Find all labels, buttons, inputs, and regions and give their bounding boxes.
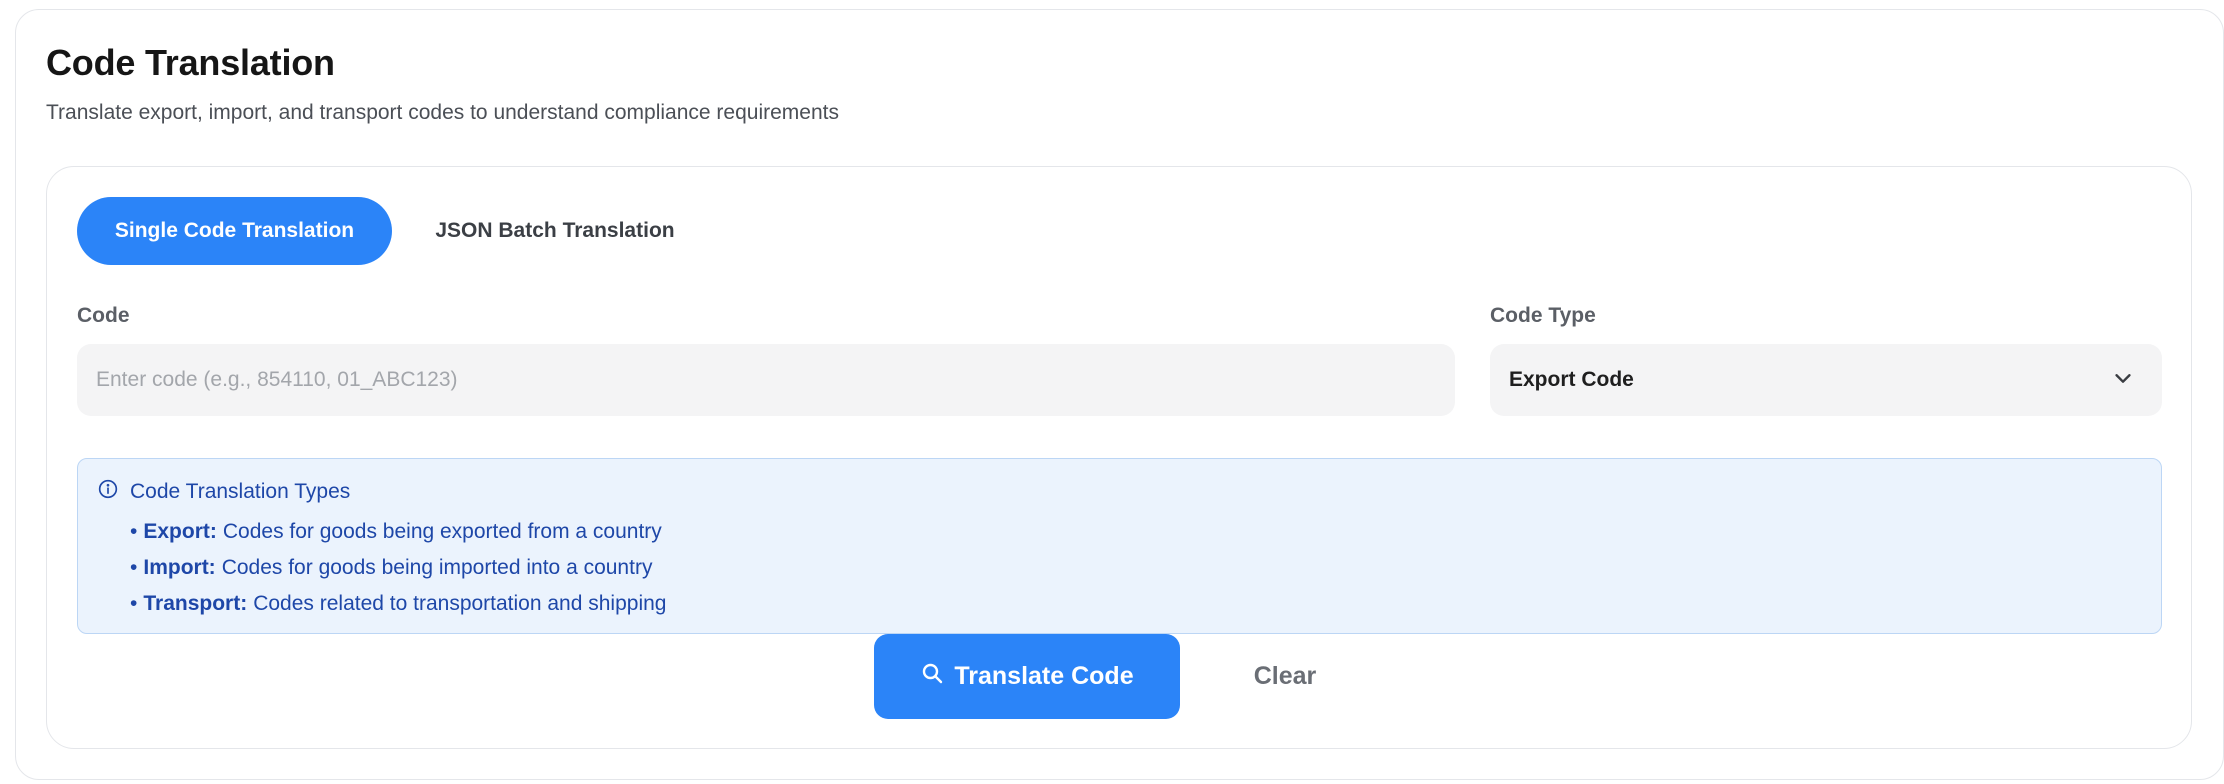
page-subtitle: Translate export, import, and transport … (46, 101, 839, 124)
code-label: Code (77, 304, 130, 327)
info-term: Import: (143, 556, 216, 579)
info-term: Transport: (143, 592, 248, 615)
info-description: Codes related to transportation and ship… (253, 592, 667, 615)
info-item-transport: • Transport: Codes related to transportati… (130, 586, 666, 622)
bullet-icon: • (130, 520, 138, 543)
code-type-label: Code Type (1490, 304, 1596, 327)
code-translation-types-info: Code Translation Types • Export: Codes for… (77, 458, 2162, 634)
translate-code-button[interactable]: Translate Code (874, 634, 1180, 719)
clear-button[interactable]: Clear (1230, 634, 1340, 719)
bullet-icon: • (130, 556, 138, 579)
info-item-import: • Import: Codes for goods being imported i… (130, 550, 666, 586)
bullet-icon: • (130, 592, 138, 615)
code-input[interactable] (77, 344, 1455, 416)
info-header: Code Translation Types (98, 479, 350, 504)
chevron-down-icon (2112, 367, 2134, 394)
info-item-export: • Export: Codes for goods being exported f… (130, 514, 666, 550)
info-description: Codes for goods being exported from a co… (222, 520, 662, 543)
info-title: Code Translation Types (130, 479, 351, 503)
info-list: • Export: Codes for goods being exported f… (130, 514, 666, 622)
info-description: Codes for goods being imported into a co… (221, 556, 653, 579)
tab-single-code-translation[interactable]: Single Code Translation (77, 197, 392, 265)
search-icon (920, 661, 944, 692)
translate-code-label: Translate Code (954, 662, 1134, 690)
tab-json-batch-translation[interactable]: JSON Batch Translation (410, 197, 700, 265)
code-type-selected-value: Export Code (1509, 368, 1634, 391)
info-circle-icon (98, 479, 118, 504)
page-title: Code Translation (46, 42, 335, 83)
code-type-select[interactable]: Export Code (1490, 344, 2162, 416)
info-term: Export: (143, 520, 217, 543)
